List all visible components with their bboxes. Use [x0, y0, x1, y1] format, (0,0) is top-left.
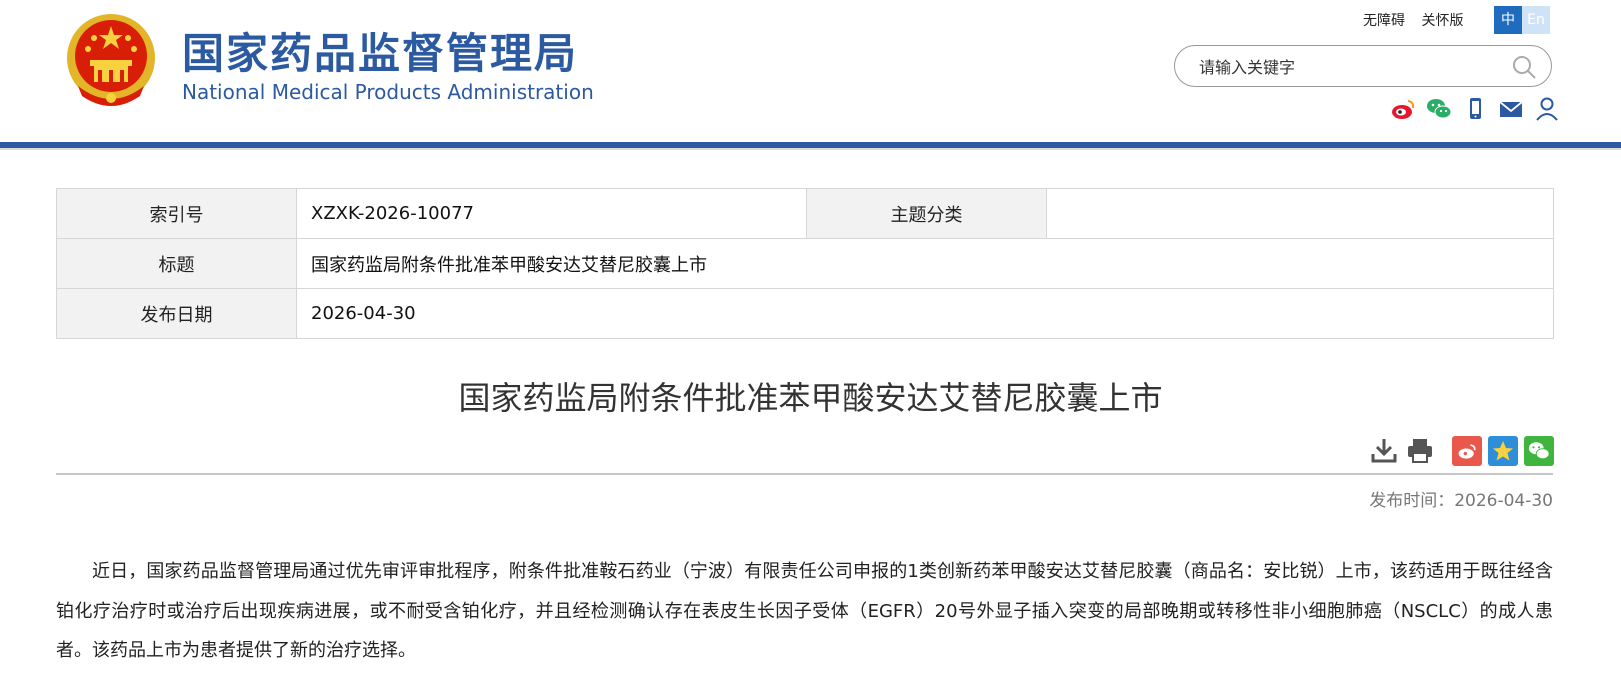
title-divider: [56, 473, 1553, 475]
table-row: 发布日期 2026-04-30: [56, 288, 1554, 339]
table-row: 标题 国家药监局附条件批准苯甲酸安达艾替尼胶囊上市: [56, 238, 1554, 289]
weibo-icon: [1458, 444, 1476, 459]
lang-zh-button[interactable]: 中: [1494, 6, 1522, 34]
search-icon[interactable]: [1511, 54, 1537, 80]
search-input[interactable]: [1197, 54, 1501, 80]
index-label: 索引号: [56, 188, 297, 239]
date-label: 发布日期: [56, 288, 297, 339]
site-header: 国家药品监督管理局 National Medical Products Admi…: [0, 0, 1621, 139]
title-label: 标题: [56, 238, 297, 289]
publish-time: 发布时间：2026-04-30: [1369, 491, 1553, 511]
mail-icon[interactable]: [1498, 96, 1524, 122]
share-qzone-button[interactable]: [1488, 436, 1518, 466]
topic-value: [1046, 188, 1554, 239]
header-divider-shadow: [0, 148, 1621, 150]
table-row: 索引号 XZXK-2026-10077 主题分类: [56, 188, 1554, 239]
share-buttons: [1452, 436, 1554, 466]
top-links: 无障碍 关怀版: [1363, 10, 1475, 30]
weibo-icon[interactable]: [1390, 96, 1416, 122]
accessibility-link[interactable]: 无障碍: [1363, 13, 1405, 29]
download-icon[interactable]: [1370, 436, 1398, 464]
print-icon[interactable]: [1406, 436, 1434, 464]
article-paragraph: 近日，国家药品监督管理局通过优先审评审批程序，附条件批准鞍石药业（宁波）有限责任…: [56, 561, 1553, 661]
index-value: XZXK-2026-10077: [296, 188, 807, 239]
topic-label: 主题分类: [806, 188, 1047, 239]
article-title: 国家药监局附条件批准苯甲酸安达艾替尼胶囊上市: [458, 379, 1163, 417]
mobile-icon[interactable]: [1462, 96, 1488, 122]
metadata-table: 索引号 XZXK-2026-10077 主题分类 标题 国家药监局附条件批准苯甲…: [56, 188, 1554, 339]
star-icon: [1493, 441, 1513, 461]
lang-en-button[interactable]: En: [1522, 6, 1550, 34]
site-title: 国家药品监督管理局: [182, 29, 579, 78]
date-value: 2026-04-30: [296, 288, 1554, 339]
user-icon[interactable]: [1534, 96, 1560, 122]
wechat-icon: [1528, 442, 1550, 460]
search-box: [1174, 45, 1552, 87]
social-icons: [1390, 96, 1560, 122]
national-emblem-icon[interactable]: [64, 12, 158, 108]
share-weibo-button[interactable]: [1452, 436, 1482, 466]
elderly-mode-link[interactable]: 关怀版: [1421, 13, 1463, 29]
article-tools: [1370, 436, 1442, 464]
language-switch: 中 En: [1494, 6, 1550, 34]
site-subtitle: National Medical Products Administration: [182, 80, 594, 104]
share-wechat-button[interactable]: [1524, 436, 1554, 466]
title-value: 国家药监局附条件批准苯甲酸安达艾替尼胶囊上市: [296, 238, 1554, 289]
wechat-icon[interactable]: [1426, 96, 1452, 122]
